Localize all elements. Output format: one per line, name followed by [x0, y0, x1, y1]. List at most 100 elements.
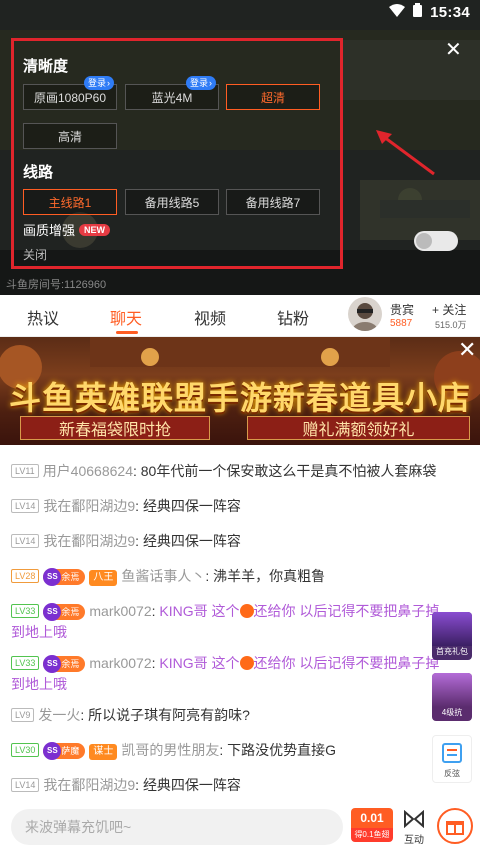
danmu-input[interactable] — [11, 809, 343, 845]
chat-text: 到地上哦 — [11, 624, 67, 640]
quality-panel: 清晰度 原画1080P60 登录 › 蓝光4M 登录 › 超清 高清 线路 主线路1… — [11, 38, 343, 269]
noble-badge: 八王 — [89, 570, 118, 586]
tab-video[interactable]: 视频 — [194, 305, 226, 329]
status-bar: 15:34 — [0, 0, 480, 24]
interact-button[interactable]: 互动 — [401, 809, 427, 846]
bottom-bar: 0.01 得0.1鱼翅 互动 — [0, 800, 480, 853]
clipboard-icon — [433, 736, 471, 768]
anchor-rank: 5887 — [390, 318, 413, 329]
route-label: 备用线路7 — [245, 195, 301, 210]
level-badge: LV30 — [11, 743, 40, 757]
follow-button[interactable]: + 关注 — [432, 301, 466, 318]
level-badge: LV33 — [11, 604, 40, 618]
chat-message: LV28余焉八王鱼酱话事人丶: 沸羊羊，你真粗鲁 — [11, 565, 325, 587]
level-badge: LV28 — [11, 569, 40, 583]
quality-option-bluray[interactable]: 蓝光4M 登录 › — [125, 76, 219, 110]
chat-message: LV33余焉mark0072: KING哥 这个还给你 以后记得不要把鼻子掉 — [11, 600, 439, 622]
chat-text: 经典四保一阵容 — [142, 777, 241, 793]
level-badge: LV14 — [11, 534, 40, 548]
gift-pack-icon — [432, 612, 472, 646]
close-icon[interactable]: ✕ — [458, 337, 476, 363]
route-main-1[interactable]: 主线路1 — [23, 189, 117, 215]
fan-badge[interactable]: 萨魔 — [43, 742, 86, 760]
anchor-name: 贵宾 — [390, 303, 415, 317]
quality-option-superhd[interactable]: 超清 — [226, 84, 320, 110]
chat-user[interactable]: 凯哥的男性朋友 — [121, 742, 219, 758]
route-backup-7[interactable]: 备用线路7 — [226, 189, 320, 215]
video-player[interactable]: 15:34 ✕ 清晰度 原画1080P60 登录 › 蓝光4M 登录 › 超清 高清… — [0, 0, 480, 295]
side-widget-label: 首充礼包 — [436, 647, 468, 656]
chat-user[interactable]: mark0072 — [89, 603, 151, 619]
chat-user[interactable]: 我在鄱阳湖边9 — [43, 777, 135, 793]
level-badge: LV33 — [11, 656, 40, 670]
route-backup-5[interactable]: 备用线路5 — [125, 189, 219, 215]
quality-option-label: 超清 — [260, 90, 285, 105]
enhance-state: 关闭 — [23, 248, 48, 262]
chat-text: 下路没优势直接G — [227, 742, 337, 758]
route-label: 备用线路5 — [144, 195, 200, 210]
active-tab-indicator — [116, 331, 138, 334]
level-badge: LV9 — [11, 708, 35, 722]
level-badge: LV11 — [11, 464, 39, 478]
chat-text: KING哥 这个 — [159, 655, 240, 671]
gift-button[interactable] — [437, 808, 473, 844]
banner-right-button[interactable]: 赠礼满额领好礼 — [247, 416, 470, 440]
chat-message: LV9 发一火: 所以说子琪有阿亮有韵味? — [11, 704, 250, 726]
banner-left-button[interactable]: 新春福袋限时抢 — [20, 416, 210, 440]
chat-message: LV14 我在鄱阳湖边9: 经典四保一阵容 — [11, 530, 241, 552]
side-widget-level[interactable]: 4级抗 — [432, 673, 472, 721]
tab-diamond-fans[interactable]: 钻粉 — [277, 305, 309, 329]
fan-badge[interactable]: 余焉 — [43, 603, 86, 621]
noble-badge: 谋士 — [89, 744, 118, 760]
level-badge: LV14 — [11, 778, 40, 792]
chat-user[interactable]: mark0072 — [89, 655, 151, 671]
banner-title: 斗鱼英雄联盟手游新春道具小店 — [8, 380, 471, 416]
chat-message: LV11 用户40668624: 80年代前一个保安敢这么干是真不怕被人套麻袋 — [11, 460, 436, 482]
chat-message-continued: 到地上哦 — [11, 621, 67, 643]
chat-separator: : — [135, 498, 143, 514]
chat-text: 沸羊羊，你真粗鲁 — [213, 568, 326, 584]
promo-subtitle: 得0.1鱼翅 — [351, 828, 393, 842]
gift-box-icon — [432, 673, 472, 707]
chat-text: 所以说子琪有阿亮有韵味? — [88, 707, 250, 723]
interact-label: 互动 — [404, 835, 424, 846]
enhance-toggle[interactable] — [414, 231, 458, 251]
chat-text: 经典四保一阵容 — [142, 498, 241, 514]
gift-icon — [446, 821, 464, 835]
wifi-icon — [389, 3, 406, 21]
side-widget-first-recharge[interactable]: 首充礼包 — [432, 612, 472, 660]
chat-separator: : — [219, 742, 228, 758]
quality-option-label: 蓝光4M — [151, 90, 193, 105]
quality-option-hd[interactable]: 高清 — [23, 123, 117, 149]
orange-dot-icon — [239, 604, 254, 618]
avatar[interactable] — [348, 297, 382, 331]
chat-user[interactable]: 鱼酱话事人丶 — [121, 568, 205, 584]
quality-option-label: 高清 — [57, 129, 82, 144]
chat-message: LV33余焉mark0072: KING哥 这个还给你 以后记得不要把鼻子掉 — [11, 652, 439, 674]
chat-text: KING哥 这个 — [159, 603, 240, 619]
tab-hot[interactable]: 热议 — [27, 305, 59, 329]
quality-option-label: 原画1080P60 — [33, 90, 107, 105]
chat-user[interactable]: 我在鄱阳湖边9 — [43, 533, 135, 549]
arrow-annotation — [376, 130, 435, 176]
side-widget-label: 4级抗 — [441, 708, 463, 717]
chat-separator: : — [205, 568, 214, 584]
new-badge: NEW — [79, 223, 111, 236]
tab-chat[interactable]: 聊天 — [110, 305, 142, 329]
fan-badge[interactable]: 余焉 — [43, 568, 86, 586]
enhance-text: 画质增强 — [23, 223, 76, 238]
chat-user[interactable]: 我在鄱阳湖边9 — [43, 498, 135, 514]
promo-banner[interactable]: 斗鱼英雄联盟手游新春道具小店 新春福袋限时抢 赠礼满额领好礼 ✕ — [0, 337, 480, 445]
chat-user[interactable]: 用户40668624 — [43, 463, 133, 479]
recharge-promo-button[interactable]: 0.01 得0.1鱼翅 — [351, 808, 393, 844]
chat-user[interactable]: 发一火 — [38, 707, 80, 723]
follower-count: 515.0万 — [435, 320, 467, 330]
anchor-card[interactable]: 贵宾 5887 + 关注 515.0万 — [348, 297, 467, 331]
toggle-knob — [416, 233, 432, 249]
orange-dot-icon — [239, 656, 254, 670]
fan-badge[interactable]: 余焉 — [43, 655, 86, 673]
side-widget-label: 反弦 — [444, 769, 460, 778]
close-icon[interactable]: ✕ — [445, 37, 462, 62]
side-widget-task[interactable]: 反弦 — [432, 735, 472, 783]
quality-option-1080p60[interactable]: 原画1080P60 登录 › — [23, 76, 117, 110]
